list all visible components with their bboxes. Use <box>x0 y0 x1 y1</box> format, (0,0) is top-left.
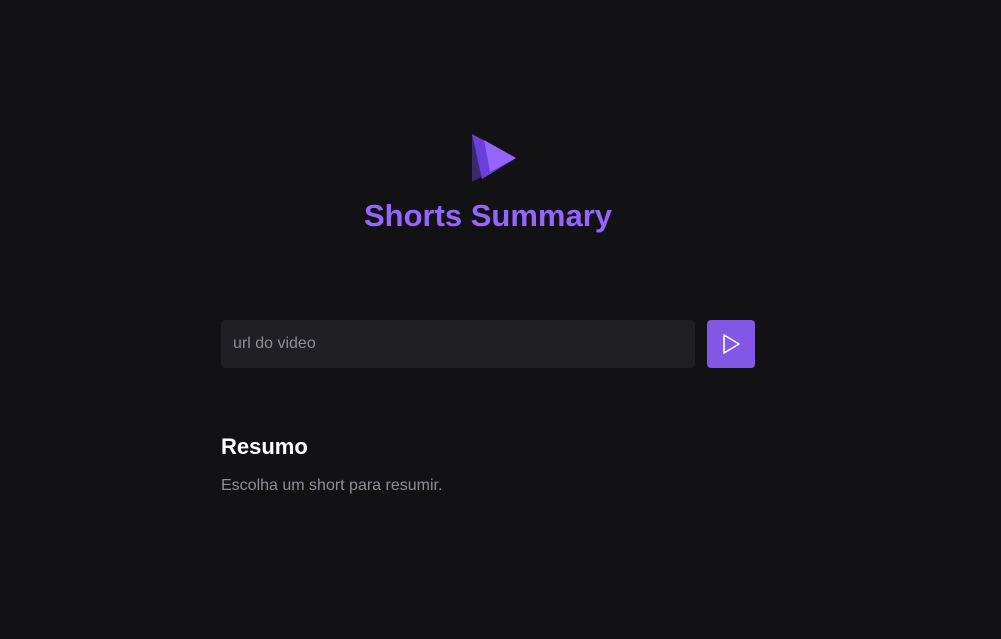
summary-heading: Resumo <box>221 434 308 459</box>
app-page: Shorts Summary Resumo Escolha um short p… <box>0 0 1001 639</box>
app-title: Shorts Summary <box>363 198 613 233</box>
summary-text: Escolha um short para resumir. <box>221 477 443 494</box>
video-url-input[interactable] <box>221 320 695 368</box>
submit-button[interactable] <box>707 320 755 368</box>
play-icon <box>723 334 740 354</box>
url-form <box>221 320 755 368</box>
play-triangle-logo-icon <box>472 134 516 182</box>
